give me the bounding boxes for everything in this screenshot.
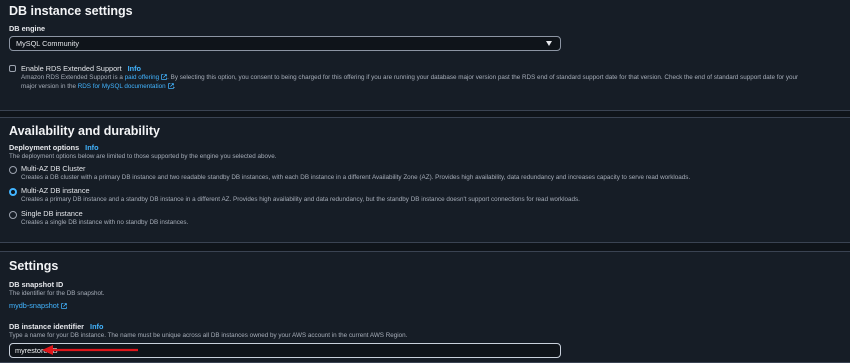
info-link[interactable]: Info xyxy=(85,143,98,152)
extended-support-description: Amazon RDS Extended Support is a paid of… xyxy=(21,74,799,90)
db-engine-value: MySQL Community xyxy=(16,39,79,48)
availability-durability-panel: Availability and durability Deployment o… xyxy=(0,117,850,243)
instance-identifier-label-row: DB instance identifier Info xyxy=(9,322,103,331)
option-desc-multi-az-instance: Creates a primary DB instance and a stan… xyxy=(21,196,580,203)
deployment-options-label: Deployment options xyxy=(9,143,80,152)
instance-identifier-description: Type a name for your DB instance. The na… xyxy=(9,332,408,339)
section-heading-availability: Availability and durability xyxy=(9,124,160,138)
section-heading-db-instance-settings: DB instance settings xyxy=(9,4,133,18)
red-arrow-annotation-icon xyxy=(42,345,138,355)
paid-offering-link[interactable]: paid offering xyxy=(125,74,160,81)
snapshot-id-description: The identifier for the DB snapshot. xyxy=(9,290,105,297)
extended-support-label: Enable RDS Extended Support xyxy=(21,64,122,73)
option-desc-multi-az-cluster: Creates a DB cluster with a primary DB i… xyxy=(21,174,691,181)
extended-support-label-row: Enable RDS Extended Support Info xyxy=(21,64,141,73)
snapshot-id-label: DB snapshot ID xyxy=(9,280,64,289)
deployment-options-label-row: Deployment options Info xyxy=(9,143,99,152)
radio-multi-az-db-instance[interactable] xyxy=(9,188,17,196)
rds-mysql-docs-link[interactable]: RDS for MySQL documentation xyxy=(78,83,166,90)
info-link[interactable]: Info xyxy=(90,322,103,331)
snapshot-id-row: mydb-snapshot xyxy=(9,301,67,310)
option-title-multi-az-cluster[interactable]: Multi-AZ DB Cluster xyxy=(21,164,85,173)
section-heading-settings: Settings xyxy=(9,259,59,273)
db-engine-label: DB engine xyxy=(9,24,46,33)
info-link[interactable]: Info xyxy=(128,64,141,73)
snapshot-link[interactable]: mydb-snapshot xyxy=(9,301,59,310)
db-engine-select[interactable]: MySQL Community xyxy=(9,36,561,51)
extended-support-checkbox[interactable] xyxy=(9,65,16,72)
external-link-icon xyxy=(61,303,67,309)
db-instance-settings-panel: DB instance settings DB engine MySQL Com… xyxy=(0,0,850,111)
option-title-single-instance[interactable]: Single DB instance xyxy=(21,209,83,218)
deployment-options-description: The deployment options below are limited… xyxy=(9,153,277,160)
option-title-multi-az-instance[interactable]: Multi-AZ DB instance xyxy=(21,186,90,195)
instance-identifier-label: DB instance identifier xyxy=(9,322,85,331)
radio-multi-az-db-cluster[interactable] xyxy=(9,166,17,174)
option-desc-single-instance: Creates a single DB instance with no sta… xyxy=(21,219,189,226)
radio-single-db-instance[interactable] xyxy=(9,211,17,219)
caret-down-icon xyxy=(546,41,552,46)
